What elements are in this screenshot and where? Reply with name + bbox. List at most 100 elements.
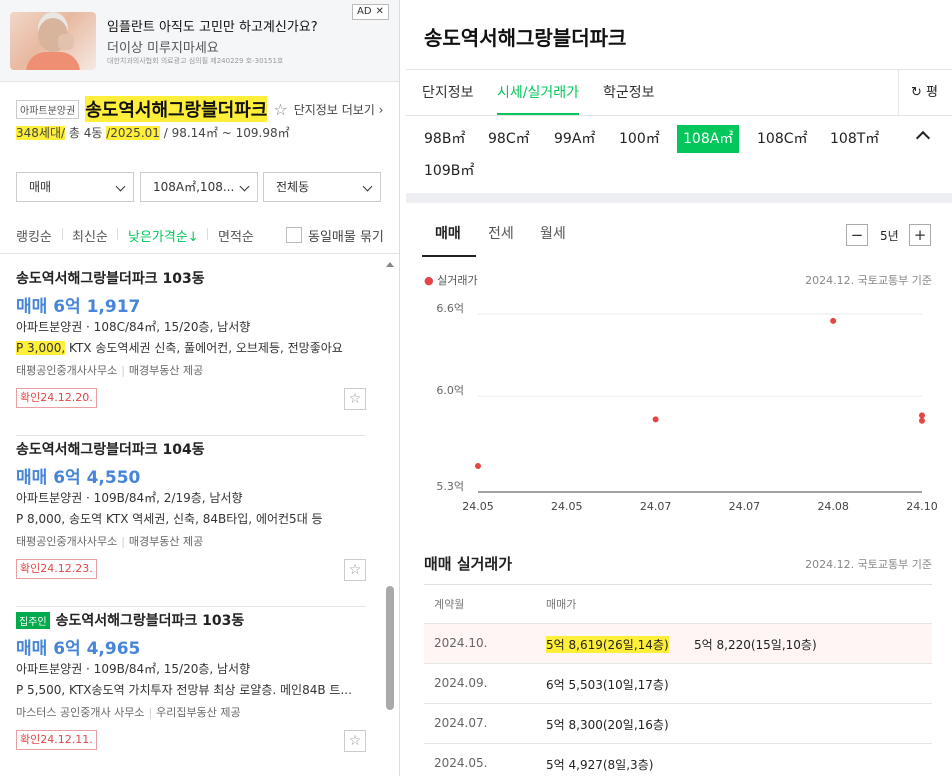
- period-minus-button[interactable]: −: [846, 224, 868, 246]
- complex-info-more-link[interactable]: 단지정보 더보기 ›: [294, 101, 384, 118]
- trade-type-select[interactable]: 매매: [16, 172, 134, 202]
- tab-monthly-rent[interactable]: 월세: [540, 223, 566, 243]
- favorite-star-icon[interactable]: ☆: [344, 559, 366, 581]
- ad-banner[interactable]: 임플란트 아직도 고민만 하고계신가요? 더이상 미루지마세요 대한치과의사협회…: [0, 0, 399, 82]
- area-select[interactable]: 108A㎡,108...: [140, 172, 258, 202]
- area-chip[interactable]: 98B㎡: [418, 125, 471, 153]
- sales-title: 매매 실거래가: [424, 555, 513, 573]
- building-select[interactable]: 전체동: [263, 172, 381, 202]
- sale-price: 6억 5,503(10일,17층): [546, 678, 669, 692]
- refresh-unit-button[interactable]: ↻ 평: [898, 70, 952, 116]
- complex-type-badge: 아파트분양권: [16, 99, 80, 119]
- tab-market-price[interactable]: 시세/실거래가: [497, 82, 579, 115]
- data-point: [919, 417, 925, 424]
- listing-panel: 임플란트 아직도 고민만 하고계신가요? 더이상 미루지마세요 대한치과의사협회…: [0, 0, 400, 776]
- listing-desc-text: KTX송도역 가치투자 전망뷰 최상 로얄층. 메인84B 트...: [65, 683, 352, 697]
- tab-jeonse[interactable]: 전세: [488, 223, 514, 243]
- sort-ranking[interactable]: 랭킹순: [16, 226, 52, 245]
- period-plus-button[interactable]: +: [909, 224, 931, 246]
- area-chip[interactable]: 99A㎡: [548, 125, 601, 153]
- data-point: [830, 317, 837, 324]
- area-chip-selected[interactable]: 108A㎡: [677, 125, 740, 153]
- x-tick-label: 24.05: [551, 500, 583, 513]
- sale-price: 5억 4,927(8일,3층): [546, 758, 654, 772]
- listing-title-text: 송도역서해그랑블더파크 103동: [16, 271, 205, 287]
- contract-month: 2024.07.: [434, 716, 488, 730]
- building-count: 총 4동: [68, 126, 103, 140]
- provider: 매경부동산 제공: [128, 364, 204, 377]
- detail-panel: 송도역서해그랑블더파크 단지정보 시세/실거래가 학군정보 ↻ 평 98B㎡ 9…: [406, 0, 952, 776]
- table-row[interactable]: 2024.10. 5억 8,619(26일,14층) 5억 8,220(15일,…: [424, 623, 932, 663]
- tab-sale[interactable]: 매매: [435, 223, 461, 243]
- listing-scrollbar[interactable]: [386, 262, 394, 776]
- agent-name: 마스터스 공인중개사 사무소: [16, 706, 145, 719]
- table-row[interactable]: 2024.09. 6억 5,503(10일,17층): [424, 663, 932, 703]
- listing-agent: 마스터스 공인중개사 사무소 | 우리집부동산 제공: [16, 706, 241, 719]
- listing-item[interactable]: 송도역서해그랑블더파크 103동 매매 6억 1,917 아파트분양권 · 10…: [16, 268, 366, 436]
- chevron-down-icon: [115, 181, 126, 192]
- ad-subtitle[interactable]: 더이상 미루지마세요: [107, 37, 219, 56]
- contract-month: 2024.05.: [434, 756, 488, 770]
- confirmed-badge: 확인24.12.11.: [16, 730, 97, 750]
- scroll-up-arrow-icon[interactable]: [386, 262, 394, 267]
- x-tick-label: 24.05: [462, 500, 494, 513]
- favorite-star-icon[interactable]: ☆: [273, 100, 287, 119]
- sort-latest[interactable]: 최신순: [72, 226, 108, 245]
- group-same-label[interactable]: 동일매물 묶기: [308, 226, 384, 245]
- table-row[interactable]: 2024.07. 5억 8,300(20일,16층): [424, 703, 932, 743]
- premium: P 8,000,: [16, 512, 66, 526]
- chevron-up-icon[interactable]: [915, 130, 931, 146]
- sales-source: 2024.12. 국토교통부 기준: [805, 558, 932, 571]
- area-chip[interactable]: 108C㎡: [751, 125, 814, 153]
- area-chip[interactable]: 100㎡: [613, 125, 666, 153]
- sale-price: 5억 8,619(26일,14층): [546, 636, 669, 653]
- ad-image[interactable]: [10, 12, 96, 70]
- data-point: [652, 416, 659, 423]
- premium: P 5,500,: [16, 683, 66, 697]
- area-value: 108A㎡,108...: [153, 180, 235, 194]
- sort-area[interactable]: 면적순: [218, 226, 254, 245]
- sort-low-price[interactable]: 낮은가격순↓: [128, 226, 199, 245]
- listing-item[interactable]: 송도역서해그랑블더파크 104동 매매 6억 4,550 아파트분양권 · 10…: [16, 439, 366, 607]
- period-value: 5년: [880, 229, 899, 243]
- provider: 매경부동산 제공: [128, 535, 204, 548]
- data-point: [919, 412, 925, 419]
- listing-price: 매매 6억 1,917: [16, 297, 141, 317]
- tab-school-info[interactable]: 학군정보: [603, 82, 655, 113]
- listing-title: 송도역서해그랑블더파크 104동: [16, 439, 205, 459]
- ad-disclaimer: 대한치과의사협회 의료광고 심의필 제240229 호-30151호: [107, 57, 284, 65]
- area-chip[interactable]: 98C㎡: [482, 125, 536, 153]
- ad-tag[interactable]: AD ✕: [352, 4, 389, 20]
- legend-label: 실거래가: [437, 274, 478, 287]
- close-icon[interactable]: ✕: [376, 6, 384, 17]
- favorite-star-icon[interactable]: ☆: [344, 388, 366, 410]
- agent-name: 태평공인중개사사무소: [16, 535, 118, 548]
- chevron-down-icon: [239, 181, 250, 192]
- listing-agent: 태평공인중개사사무소 | 매경부동산 제공: [16, 364, 204, 377]
- chart-legend: ● 실거래가: [424, 272, 478, 288]
- listing-title-text: 송도역서해그랑블더파크 103동: [55, 613, 245, 629]
- listing-spec: 아파트분양권 · 109B/84㎡, 2/19층, 남서향: [16, 491, 243, 505]
- area-chip[interactable]: 109B㎡: [418, 157, 480, 185]
- trade-type-tabs: 매매 전세 월세 − 5년 +: [406, 203, 952, 257]
- ad-title[interactable]: 임플란트 아직도 고민만 하고계신가요?: [107, 16, 318, 35]
- listing-desc-text: KTX 송도역세권 신축, 풀에어컨, 오브제등, 전망좋아요: [65, 341, 343, 355]
- scrollbar-thumb[interactable]: [386, 586, 394, 710]
- group-same-checkbox[interactable]: [286, 227, 302, 243]
- listing-item[interactable]: 집주인 송도역서해그랑블더파크 103동 매매 6억 4,965 아파트분양권 ·…: [16, 610, 366, 776]
- col-price: 매매가: [546, 598, 577, 611]
- area-chip[interactable]: 108T㎡: [824, 125, 885, 153]
- listing-desc: P 5,500, KTX송도역 가치투자 전망뷰 최상 로얄층. 메인84B 트…: [16, 681, 361, 698]
- sort-bar: 랭킹순 최신순 낮은가격순↓ 면적순 동일매물 묶기: [0, 214, 399, 254]
- table-row[interactable]: 2024.05. 5억 4,927(8일,3층): [424, 743, 932, 776]
- ad-label: AD: [357, 6, 372, 17]
- y-tick-label: 6.0억: [436, 384, 464, 397]
- contract-month: 2024.09.: [434, 676, 488, 690]
- area-type-selector: 98B㎡ 98C㎡ 99A㎡ 100㎡ 108A㎡ 108C㎡ 108T㎡ 10…: [406, 117, 952, 193]
- listing-agent: 태평공인중개사사무소 | 매경부동산 제공: [16, 535, 204, 548]
- listing-title: 집주인 송도역서해그랑블더파크 103동: [16, 610, 244, 630]
- tab-complex-info[interactable]: 단지정보: [422, 82, 474, 113]
- favorite-star-icon[interactable]: ☆: [344, 730, 366, 752]
- legend-dot-icon: ●: [424, 274, 434, 287]
- sale-price: 5억 8,220(15일,10층): [694, 638, 817, 652]
